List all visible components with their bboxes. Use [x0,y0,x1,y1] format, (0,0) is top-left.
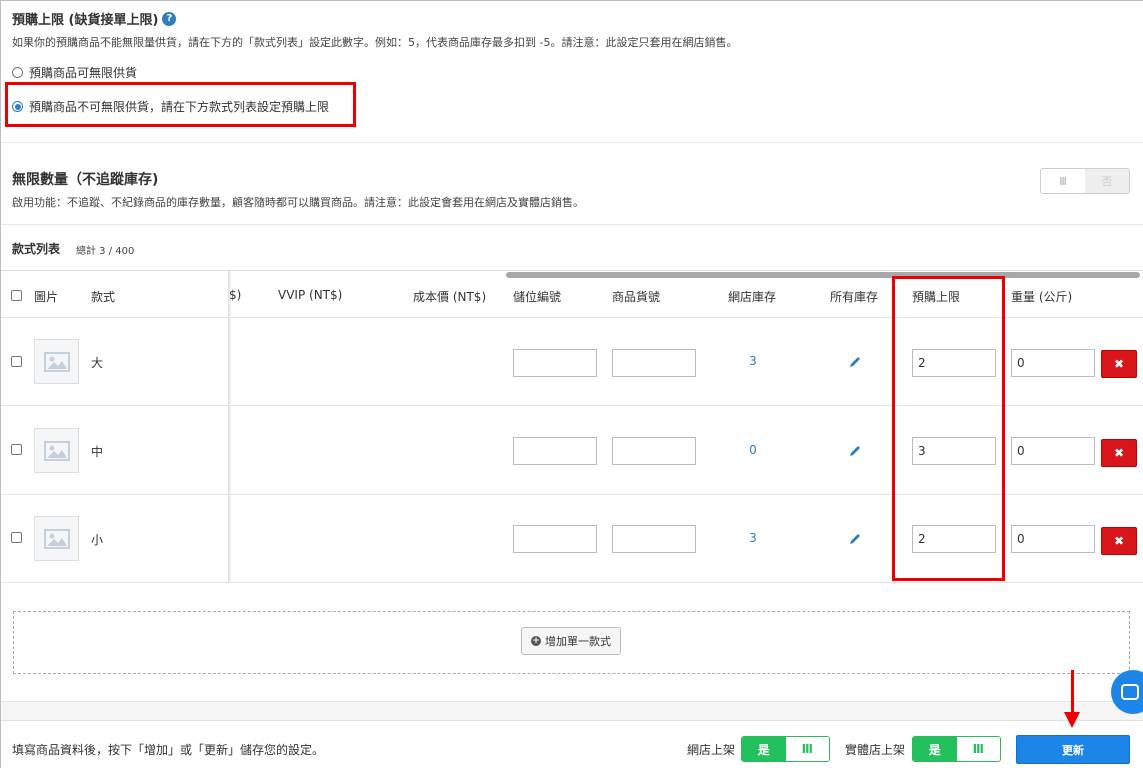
header-online-stock: 網店庫存 [728,290,777,304]
pencil-icon[interactable] [848,532,862,546]
online-stock-link[interactable]: 0 [743,443,763,457]
row-divider [1,582,1143,583]
header-sku: 商品貨號 [612,290,661,304]
footer-spacer [1,701,1143,720]
annotation-arrow-head [1064,712,1080,728]
delete-variant-button[interactable]: ✖ [1101,439,1137,467]
image-icon [43,351,70,372]
header-cost: 成本價 (NT$) [413,290,487,304]
weight-input[interactable]: 0 [1011,525,1095,553]
image-icon [43,528,70,549]
header-vvip: VVIP (NT$) [278,288,343,302]
pencil-icon[interactable] [848,444,862,458]
chat-icon [1121,684,1139,700]
close-icon: ✖ [1113,357,1125,371]
online-store-label: 網店上架 [687,743,736,757]
update-button[interactable]: 更新 [1016,735,1130,764]
retail-store-toggle[interactable]: 是 Ⅲ [912,736,1001,762]
radio-preorder-unlimited[interactable]: 預購商品可無限供貨 [12,64,137,81]
header-location: 儲位編號 [513,290,562,304]
preorder-title: 預購上限 (缺貨接單上限) ? [12,9,1132,28]
highlight-box-preorder-limit-column [892,276,1005,581]
header-all-stock: 所有庫存 [830,290,879,304]
select-all-checkbox[interactable] [11,290,22,301]
close-icon: ✖ [1113,534,1125,548]
row-checkbox[interactable] [11,532,22,543]
plus-circle-icon: + [531,635,541,646]
variant-name: 小 [91,533,104,547]
toggle-on-segment[interactable]: Ⅲ [1041,169,1085,193]
sku-input[interactable] [612,437,696,465]
horizontal-scrollbar[interactable] [506,272,1140,278]
preorder-section: 預購上限 (缺貨接單上限) ? 如果你的預購商品不能無限量供貨，請在下方的「款式… [12,9,1132,50]
unlimited-stock-title: 無限數量（不追蹤庫存) [12,172,159,188]
footer-note: 填寫商品資料後，按下「增加」或「更新」儲存您的設定。 [12,743,325,757]
header-price-partial: $) [229,288,242,302]
radio-button[interactable] [12,67,23,78]
weight-input[interactable]: 0 [1011,349,1095,377]
location-input[interactable] [513,437,597,465]
variant-name: 中 [91,445,104,459]
online-stock-link[interactable]: 3 [743,531,763,545]
delete-variant-button[interactable]: ✖ [1101,527,1137,555]
toggle-yes-segment[interactable]: 是 [742,737,786,761]
toggle-no-segment[interactable]: Ⅲ [785,737,829,761]
row-checkbox[interactable] [11,356,22,367]
location-input[interactable] [513,349,597,377]
variant-image-placeholder[interactable] [34,339,79,384]
location-input[interactable] [513,525,597,553]
highlight-box-preorder-option [5,82,356,127]
preorder-description: 如果你的預購商品不能無限量供貨，請在下方的「款式列表」設定此數字。例如：5，代表… [12,36,738,49]
online-stock-link[interactable]: 3 [743,354,763,368]
row-checkbox[interactable] [11,444,22,455]
section-divider [1,142,1143,143]
online-store-toggle[interactable]: 是 Ⅲ [741,736,830,762]
sku-input[interactable] [612,349,696,377]
annotation-arrow-shaft [1071,670,1074,716]
image-icon [43,440,70,461]
toggle-off-segment[interactable]: 否 [1085,169,1129,193]
header-variant: 款式 [91,290,116,304]
variants-title: 款式列表 [12,242,61,256]
header-image: 圖片 [34,290,59,304]
variant-image-placeholder[interactable] [34,428,79,473]
header-weight: 重量 (公斤) [1011,290,1073,304]
pencil-icon[interactable] [848,355,862,369]
variants-count: 總計 3 / 400 [76,246,135,257]
variant-image-placeholder[interactable] [34,516,79,561]
toggle-yes-segment[interactable]: 是 [913,737,957,761]
weight-input[interactable]: 0 [1011,437,1095,465]
variant-name: 大 [91,356,104,370]
table-top-border [1,270,1143,271]
delete-variant-button[interactable]: ✖ [1101,350,1137,378]
toggle-no-segment[interactable]: Ⅲ [956,737,1000,761]
sku-input[interactable] [612,525,696,553]
add-variant-button[interactable]: + 增加單一款式 [521,627,621,655]
close-icon: ✖ [1113,446,1125,460]
unlimited-stock-toggle[interactable]: Ⅲ 否 [1040,168,1130,194]
retail-store-label: 實體店上架 [845,743,906,757]
help-icon[interactable]: ? [162,11,177,26]
unlimited-stock-description: 啟用功能：不追蹤、不紀錄商品的庫存數量，顧客隨時都可以購買商品。請注意：此設定會… [12,196,584,209]
section-divider [1,224,1143,225]
